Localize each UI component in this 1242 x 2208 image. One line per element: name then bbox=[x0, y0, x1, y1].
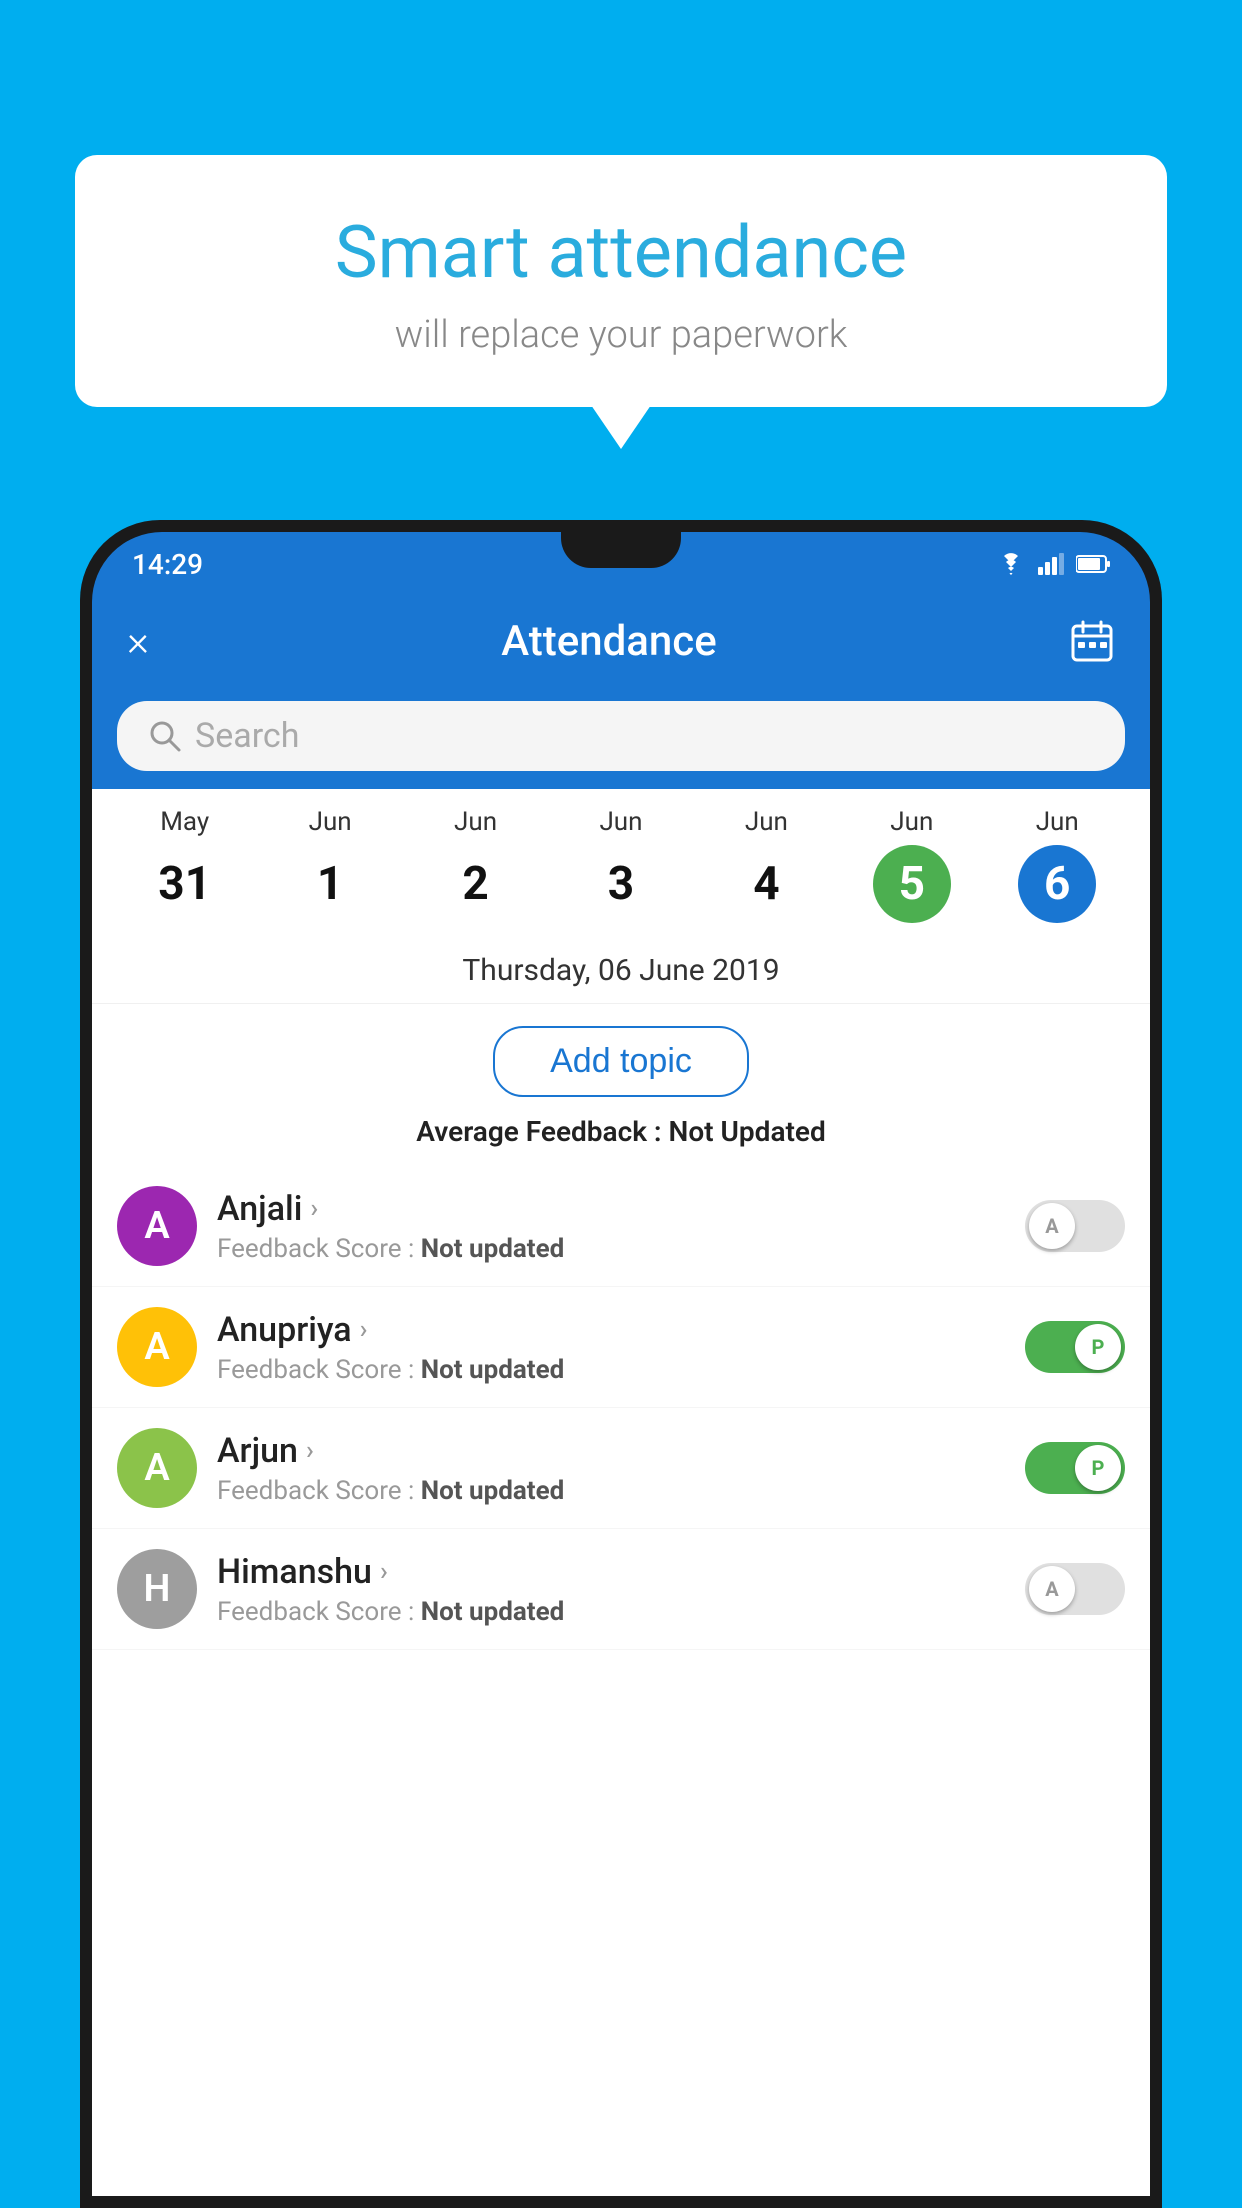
status-icons bbox=[996, 553, 1110, 575]
speech-bubble-container: Smart attendance will replace your paper… bbox=[75, 155, 1167, 407]
avatar: A bbox=[117, 1307, 197, 1387]
toggle-container: P bbox=[1025, 1442, 1125, 1494]
chevron-icon: › bbox=[360, 1315, 368, 1345]
status-time: 14:29 bbox=[132, 548, 203, 581]
add-topic-button[interactable]: Add topic bbox=[493, 1026, 749, 1097]
battery-icon bbox=[1076, 554, 1110, 574]
add-topic-container: Add topic bbox=[92, 1004, 1150, 1115]
date-col-6[interactable]: Jun6 bbox=[997, 807, 1117, 923]
wifi-icon bbox=[996, 553, 1026, 575]
student-info: Arjun › Feedback Score : Not updated bbox=[217, 1431, 1005, 1506]
student-info: Anupriya › Feedback Score : Not updated bbox=[217, 1310, 1005, 1385]
student-row: H Himanshu › Feedback Score : Not updated A bbox=[92, 1529, 1150, 1650]
search-icon bbox=[147, 718, 183, 754]
student-list: AAnjali ›Feedback Score : Not updatedAAA… bbox=[92, 1166, 1150, 1650]
student-name[interactable]: Anupriya › bbox=[217, 1310, 1005, 1350]
attendance-toggle[interactable]: A bbox=[1025, 1563, 1125, 1615]
avg-feedback-value: Not Updated bbox=[669, 1115, 826, 1148]
search-placeholder: Search bbox=[195, 716, 299, 756]
avg-feedback: Average Feedback : Not Updated bbox=[92, 1115, 1150, 1166]
student-info: Himanshu › Feedback Score : Not updated bbox=[217, 1552, 1005, 1627]
notch bbox=[561, 532, 681, 568]
student-name[interactable]: Arjun › bbox=[217, 1431, 1005, 1471]
date-col-5[interactable]: Jun5 bbox=[852, 807, 972, 923]
phone-content: Search May31Jun1Jun2Jun3Jun4Jun5Jun6 Thu… bbox=[92, 686, 1150, 2196]
phone-screen: 14:29 bbox=[92, 532, 1150, 2196]
feedback-score: Feedback Score : Not updated bbox=[217, 1476, 1005, 1506]
feedback-score: Feedback Score : Not updated bbox=[217, 1597, 1005, 1627]
speech-title: Smart attendance bbox=[135, 210, 1107, 295]
background: Smart attendance will replace your paper… bbox=[0, 0, 1242, 2208]
student-name[interactable]: Anjali › bbox=[217, 1189, 1005, 1229]
chevron-icon: › bbox=[306, 1436, 314, 1466]
phone-frame: 14:29 bbox=[80, 520, 1162, 2208]
student-row: A Anjali › Feedback Score : Not updated A bbox=[92, 1166, 1150, 1287]
date-col-4[interactable]: Jun4 bbox=[706, 807, 826, 923]
date-col-31[interactable]: May31 bbox=[125, 807, 245, 923]
status-bar: 14:29 bbox=[92, 532, 1150, 596]
calendar-icon[interactable] bbox=[1069, 618, 1115, 664]
app-header: × Attendance bbox=[92, 596, 1150, 686]
avatar: H bbox=[117, 1549, 197, 1629]
attendance-toggle[interactable]: P bbox=[1025, 1321, 1125, 1373]
selected-date-label: Thursday, 06 June 2019 bbox=[92, 933, 1150, 1004]
phone-inner: 14:29 bbox=[92, 532, 1150, 2196]
attendance-toggle[interactable]: P bbox=[1025, 1442, 1125, 1494]
toggle-container: A bbox=[1025, 1563, 1125, 1615]
date-col-1[interactable]: Jun1 bbox=[270, 807, 390, 923]
chevron-icon: › bbox=[380, 1557, 388, 1587]
search-bar-container: Search bbox=[92, 686, 1150, 789]
close-button[interactable]: × bbox=[127, 617, 149, 666]
avg-feedback-label: Average Feedback : bbox=[416, 1115, 661, 1148]
search-bar[interactable]: Search bbox=[117, 701, 1125, 771]
date-strip: May31Jun1Jun2Jun3Jun4Jun5Jun6 bbox=[92, 789, 1150, 933]
feedback-score: Feedback Score : Not updated bbox=[217, 1355, 1005, 1385]
attendance-toggle[interactable]: A bbox=[1025, 1200, 1125, 1252]
avatar: A bbox=[117, 1428, 197, 1508]
speech-bubble: Smart attendance will replace your paper… bbox=[75, 155, 1167, 407]
chevron-icon: › bbox=[310, 1194, 318, 1224]
student-info: Anjali › Feedback Score : Not updated bbox=[217, 1189, 1005, 1264]
student-name[interactable]: Himanshu › bbox=[217, 1552, 1005, 1592]
date-col-2[interactable]: Jun2 bbox=[416, 807, 536, 923]
header-title: Attendance bbox=[501, 617, 716, 666]
avatar: A bbox=[117, 1186, 197, 1266]
student-row: A Anupriya › Feedback Score : Not updated P bbox=[92, 1287, 1150, 1408]
student-row: A Arjun › Feedback Score : Not updated P bbox=[92, 1408, 1150, 1529]
signal-icon bbox=[1038, 553, 1064, 575]
date-col-3[interactable]: Jun3 bbox=[561, 807, 681, 923]
toggle-container: P bbox=[1025, 1321, 1125, 1373]
feedback-score: Feedback Score : Not updated bbox=[217, 1234, 1005, 1264]
toggle-container: A bbox=[1025, 1200, 1125, 1252]
speech-subtitle: will replace your paperwork bbox=[135, 313, 1107, 357]
